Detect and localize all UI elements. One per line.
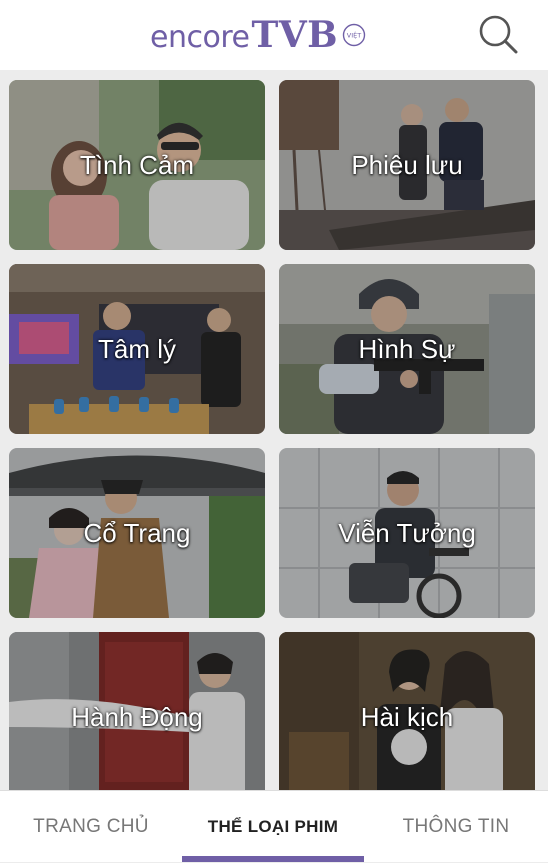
genre-tile-adventure[interactable]: Phiêu lưu <box>279 80 535 250</box>
genre-tile-action[interactable]: Hành Động <box>9 632 265 790</box>
logo-encore-text: encore <box>150 20 250 55</box>
nav-tab-genres[interactable]: THỂ LOẠI PHIM <box>182 791 364 863</box>
viet-badge-label: VIỆT <box>347 31 361 40</box>
genre-label: Phiêu lưu <box>351 149 463 180</box>
genre-label: Viễn Tưởng <box>338 517 476 548</box>
genre-tile-psychology[interactable]: Tâm lý <box>9 264 265 434</box>
search-button[interactable] <box>476 12 520 56</box>
genre-label: Hài kịch <box>360 701 454 732</box>
nav-tab-info[interactable]: THÔNG TIN <box>364 791 548 863</box>
genre-label: Tâm lý <box>98 333 176 364</box>
genre-tile-romance[interactable]: Tình Cảm <box>9 80 265 250</box>
genre-tile-scifi[interactable]: Viễn Tưởng <box>279 448 535 618</box>
search-icon <box>479 15 518 54</box>
encore-tvb-logo: encore TVB VIỆT <box>150 14 366 56</box>
app-header: encore TVB VIỆT <box>0 0 548 70</box>
genre-label: Hành Động <box>71 701 203 732</box>
viet-badge-icon: VIỆT <box>342 23 366 47</box>
genre-tile-period[interactable]: Cổ Trang <box>9 448 265 618</box>
genre-tile-comedy[interactable]: Hài kịch <box>279 632 535 790</box>
genre-label: Hình Sự <box>358 333 456 364</box>
bottom-navigation: TRANG CHỦ THỂ LOẠI PHIM THÔNG TIN <box>0 790 548 862</box>
active-tab-indicator <box>182 856 364 862</box>
genre-grid: Tình Cảm Phiêu lưu Tâm lý Hình Sự Cổ Tra… <box>0 70 548 790</box>
genre-label: Cổ Trang <box>83 517 191 548</box>
genre-tile-crime[interactable]: Hình Sự <box>279 264 535 434</box>
logo-tvb-text: TVB <box>251 14 339 56</box>
nav-tab-home[interactable]: TRANG CHỦ <box>0 791 182 863</box>
genre-label: Tình Cảm <box>79 149 195 180</box>
